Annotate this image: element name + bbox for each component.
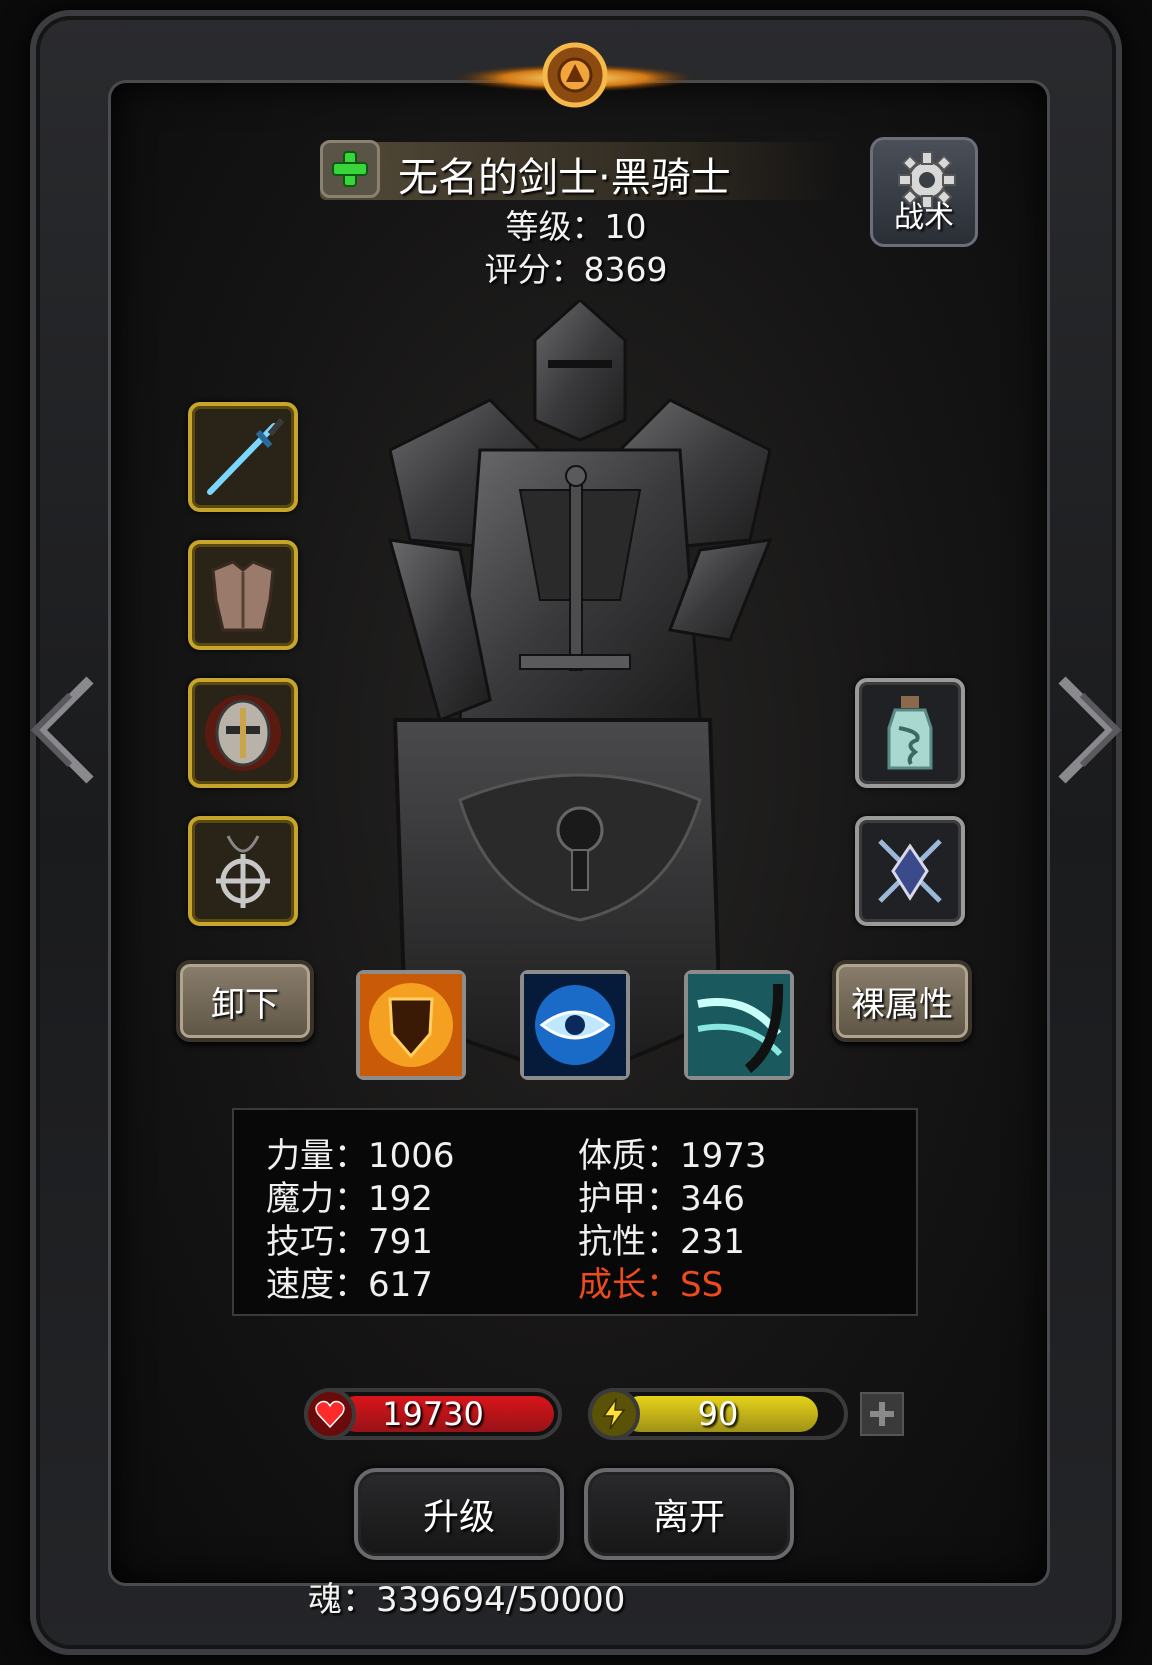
crossed-swords-crest-icon bbox=[878, 839, 942, 903]
add-energy-button[interactable] bbox=[860, 1392, 904, 1436]
previous-hero-arrow-icon[interactable] bbox=[20, 670, 100, 790]
sword-icon bbox=[207, 418, 285, 495]
stat-skill: 技巧：791 bbox=[266, 1222, 433, 1262]
amulet-icon bbox=[216, 835, 270, 908]
stat-magic: 魔力：192 bbox=[266, 1179, 433, 1219]
energy-bar: 90 bbox=[588, 1388, 848, 1440]
leave-button[interactable]: 离开 bbox=[584, 1468, 794, 1560]
sun-emblem-icon bbox=[455, 42, 695, 108]
hero-score: 评分：8369 bbox=[484, 250, 668, 289]
soul-count: 魂：339694/50000 bbox=[308, 1580, 626, 1620]
tactics-label: 战术 bbox=[894, 200, 954, 235]
upgrade-button[interactable]: 升级 bbox=[354, 1468, 564, 1560]
weapon-slot[interactable] bbox=[188, 402, 298, 512]
unequip-button[interactable]: 卸下 bbox=[176, 960, 314, 1042]
stat-growth: 成长：SS bbox=[578, 1265, 724, 1305]
base-attributes-button[interactable]: 裸属性 bbox=[832, 960, 972, 1042]
amulet-slot[interactable] bbox=[188, 816, 298, 926]
chest-armor-icon bbox=[211, 560, 275, 632]
helmet-icon bbox=[205, 695, 281, 771]
stat-resistance: 抗性：231 bbox=[578, 1222, 745, 1262]
helmet-slot[interactable] bbox=[188, 678, 298, 788]
tactics-button[interactable]: 战术 bbox=[870, 137, 978, 247]
stats-panel: 力量：1006 魔力：192 技巧：791 速度：617 体质：1973 护甲：… bbox=[232, 1108, 918, 1316]
stat-constitution: 体质：1973 bbox=[578, 1136, 767, 1176]
black-knight-portrait bbox=[387, 300, 773, 1080]
skill-slot-1[interactable] bbox=[356, 970, 466, 1080]
add-button[interactable] bbox=[320, 140, 380, 198]
armor-slot[interactable] bbox=[188, 540, 298, 650]
skill-slot-2[interactable] bbox=[520, 970, 630, 1080]
skill-slot-3[interactable] bbox=[684, 970, 794, 1080]
heart-icon bbox=[304, 1388, 356, 1440]
plus-icon bbox=[332, 151, 368, 187]
stat-speed: 速度：617 bbox=[266, 1265, 433, 1305]
hero-name: 无名的剑士·黑骑士 bbox=[398, 155, 731, 201]
hero-level: 等级：10 bbox=[505, 207, 647, 246]
flame-shield-icon bbox=[360, 974, 462, 1076]
hp-bar: 19730 bbox=[304, 1388, 562, 1440]
next-hero-arrow-icon[interactable] bbox=[1052, 670, 1132, 790]
wind-slash-icon bbox=[688, 974, 790, 1076]
eye-orb-icon bbox=[524, 974, 626, 1076]
lightning-icon bbox=[588, 1388, 640, 1440]
stat-strength: 力量：1006 bbox=[266, 1136, 455, 1176]
accessory-slot-2[interactable] bbox=[855, 816, 965, 926]
accessory-slot-1[interactable] bbox=[855, 678, 965, 788]
stat-armor: 护甲：346 bbox=[578, 1179, 745, 1219]
plus-icon bbox=[870, 1402, 894, 1426]
tornado-bottle-icon bbox=[887, 696, 933, 770]
